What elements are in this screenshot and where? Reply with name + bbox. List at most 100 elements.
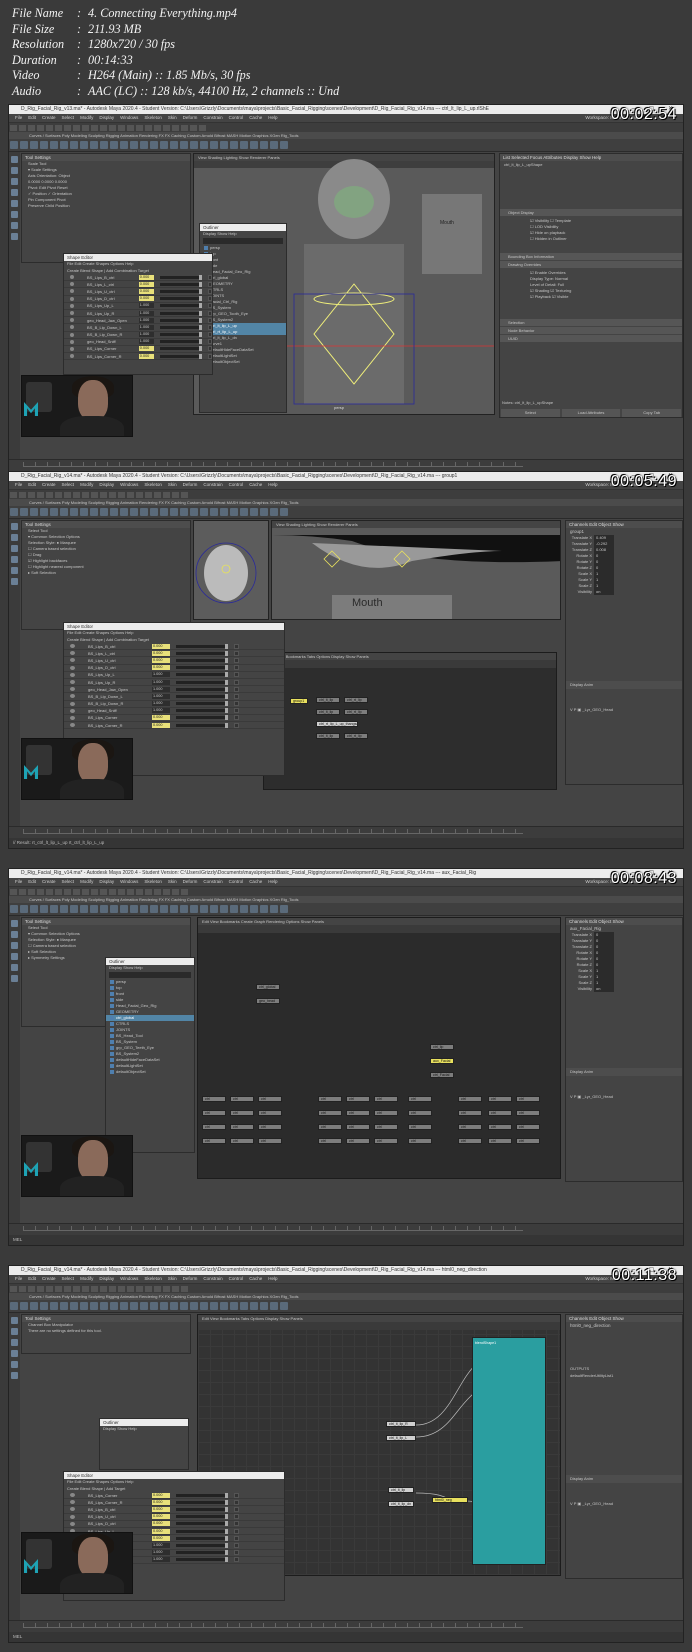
key-button[interactable] — [234, 708, 239, 714]
outliner-menu[interactable]: Display Show Help — [200, 231, 286, 237]
node[interactable]: ctrl — [408, 1124, 432, 1130]
visibility-eye-icon[interactable] — [70, 1514, 75, 1519]
outliner-search[interactable] — [203, 238, 283, 244]
shelf-icons[interactable] — [9, 139, 683, 152]
time-slider[interactable] — [9, 1620, 683, 1632]
key-button[interactable] — [234, 1542, 239, 1548]
blend-target-row[interactable]: BS_Lips_Corner_R 0.000 — [64, 1499, 284, 1507]
weight-slider[interactable] — [176, 1499, 228, 1505]
visibility-eye-icon[interactable] — [70, 1521, 75, 1526]
menu-control[interactable]: Control — [229, 879, 244, 884]
node-editor-toolbar[interactable] — [264, 660, 556, 668]
weight-slider[interactable] — [159, 296, 202, 302]
load-attributes-button[interactable]: Load Attributes — [561, 409, 621, 417]
channel-row[interactable]: Visibility on — [566, 986, 682, 992]
menu-edit[interactable]: Edit — [28, 879, 36, 884]
visibility-eye-icon[interactable] — [70, 651, 75, 656]
blend-target-row[interactable]: BS_Lips_Up_L 1.000 — [64, 303, 213, 310]
key-button[interactable] — [207, 324, 213, 330]
node[interactable]: ctrl_rt_lip — [344, 697, 368, 703]
weight-slider[interactable] — [176, 1557, 228, 1563]
outliner-window[interactable]: Outliner Display Show Help — [99, 1418, 189, 1470]
node-editor-menu[interactable]: Edit View Bookmarks Tabs Options Display… — [264, 653, 556, 660]
weight-slider[interactable] — [159, 281, 202, 287]
menu-deform[interactable]: Deform — [183, 879, 198, 884]
node[interactable]: ctrl_lt_lip_R — [386, 1421, 416, 1427]
paint-tool-icon[interactable] — [11, 942, 18, 949]
menu-skeleton[interactable]: Skeleton — [144, 482, 162, 487]
node[interactable]: ctrl — [374, 1110, 398, 1116]
weight-slider[interactable] — [159, 332, 202, 338]
blend-target-row[interactable]: BS_Lips_Up_L 1.000 — [64, 672, 284, 679]
key-button[interactable] — [207, 310, 213, 316]
tool-settings-panel[interactable]: Tool Settings Scale Tool ▾ Scale Setting… — [21, 153, 191, 263]
key-button[interactable] — [234, 665, 239, 671]
command-line[interactable]: // Result: rt_ctrl_lt_lip_L_up rt_ctrl_l… — [9, 838, 683, 848]
visibility-eye-icon[interactable] — [70, 665, 75, 670]
node[interactable]: ctrl — [488, 1096, 512, 1102]
blend-target-weight[interactable]: 1.000 — [138, 303, 154, 309]
blend-target-weight[interactable]: 0.000 — [152, 1499, 170, 1505]
node[interactable]: ctrl — [202, 1096, 226, 1102]
menu-skin[interactable]: Skin — [168, 482, 177, 487]
node[interactable]: ctrl_lt_lip — [388, 1487, 414, 1493]
key-button[interactable] — [234, 701, 239, 707]
blend-target-weight[interactable]: 1.000 — [152, 1550, 170, 1556]
blend-target-row[interactable]: BS_Lips_B_ctrl 0.000 — [64, 274, 213, 282]
menu-bar[interactable]: File Edit Create Select Modify Display Windows… — [9, 1275, 683, 1283]
channel-node[interactable]: group1 — [566, 528, 682, 535]
blend-target-row[interactable]: BS_Lips_B_ctrl 0.000 — [64, 1506, 284, 1514]
visibility-eye-icon[interactable] — [70, 318, 75, 323]
node[interactable]: ctrl — [346, 1124, 370, 1130]
channel-list[interactable]: Translate X 0 Translate Y 0 Translate Z 0 Rota… — [566, 932, 682, 992]
blend-target-row[interactable]: geo_Head_Sniff 1.000 — [64, 339, 213, 346]
weight-slider[interactable] — [159, 310, 202, 316]
visibility-eye-icon[interactable] — [70, 672, 75, 677]
layout-icon[interactable] — [11, 233, 18, 240]
select-tool-icon[interactable] — [11, 156, 18, 163]
paint-tool-icon[interactable] — [11, 545, 18, 552]
key-button[interactable] — [207, 281, 213, 287]
layout-icon[interactable] — [11, 222, 18, 229]
weight-slider[interactable] — [176, 708, 228, 714]
blend-target-weight[interactable]: 0.000 — [138, 353, 154, 359]
key-button[interactable] — [207, 339, 213, 345]
channel-value[interactable]: on — [594, 589, 614, 595]
key-button[interactable] — [207, 274, 213, 280]
node-editor-toolbar[interactable] — [198, 925, 560, 933]
node[interactable]: ctrl_rt_lip — [344, 709, 368, 715]
visibility-eye-icon[interactable] — [70, 708, 75, 713]
blend-target-row[interactable]: BS_B_Lip_Down_L 1.000 — [64, 324, 213, 332]
node-selected[interactable]: html0_neg — [432, 1497, 468, 1503]
rotate-tool-icon[interactable] — [11, 200, 18, 207]
blend-target-weight[interactable]: 1.000 — [152, 701, 170, 707]
attr-section[interactable]: UUID — [500, 335, 682, 342]
visibility-eye-icon[interactable] — [70, 715, 75, 720]
outliner-window[interactable]: Outliner Display Show Help persptopfront… — [105, 957, 195, 1153]
blend-target-row[interactable]: BS_Lips_D_ctrl 0.000 — [64, 296, 213, 303]
key-button[interactable] — [234, 1506, 239, 1512]
menu-skeleton[interactable]: Skeleton — [144, 879, 162, 884]
layer-editor-tabs[interactable]: Display Anim — [566, 1068, 682, 1076]
blend-target-weight[interactable]: 0.000 — [138, 346, 154, 352]
blend-target-weight[interactable]: 0.000 — [152, 1492, 170, 1498]
menu-cache[interactable]: Cache — [249, 115, 262, 120]
paint-tool-icon[interactable] — [11, 178, 18, 185]
key-button[interactable] — [234, 722, 239, 728]
key-button[interactable] — [234, 650, 239, 656]
blend-target-weight[interactable]: 0.000 — [152, 665, 170, 671]
menu-cache[interactable]: Cache — [249, 482, 262, 487]
node[interactable]: ctrl — [318, 1124, 342, 1130]
channel-box[interactable]: Channels Edit Object Show group1 Transla… — [565, 520, 683, 785]
paint-tool-icon[interactable] — [11, 1339, 18, 1346]
weight-slider[interactable] — [159, 288, 202, 294]
blend-target-weight[interactable]: 0.000 — [152, 722, 170, 728]
node[interactable]: ctrl — [488, 1124, 512, 1130]
channel-box-menu[interactable]: Channels Edit Object Show — [566, 918, 682, 925]
menu-modify[interactable]: Modify — [80, 482, 93, 487]
blend-target-weight[interactable]: 0.000 — [152, 657, 170, 663]
key-button[interactable] — [234, 1528, 239, 1534]
key-button[interactable] — [207, 353, 213, 359]
node-tooltip[interactable]: ctrl_rt_lip_L_up_thangs/Shape — [316, 721, 358, 727]
menu-constrain[interactable]: Constrain — [203, 115, 222, 120]
